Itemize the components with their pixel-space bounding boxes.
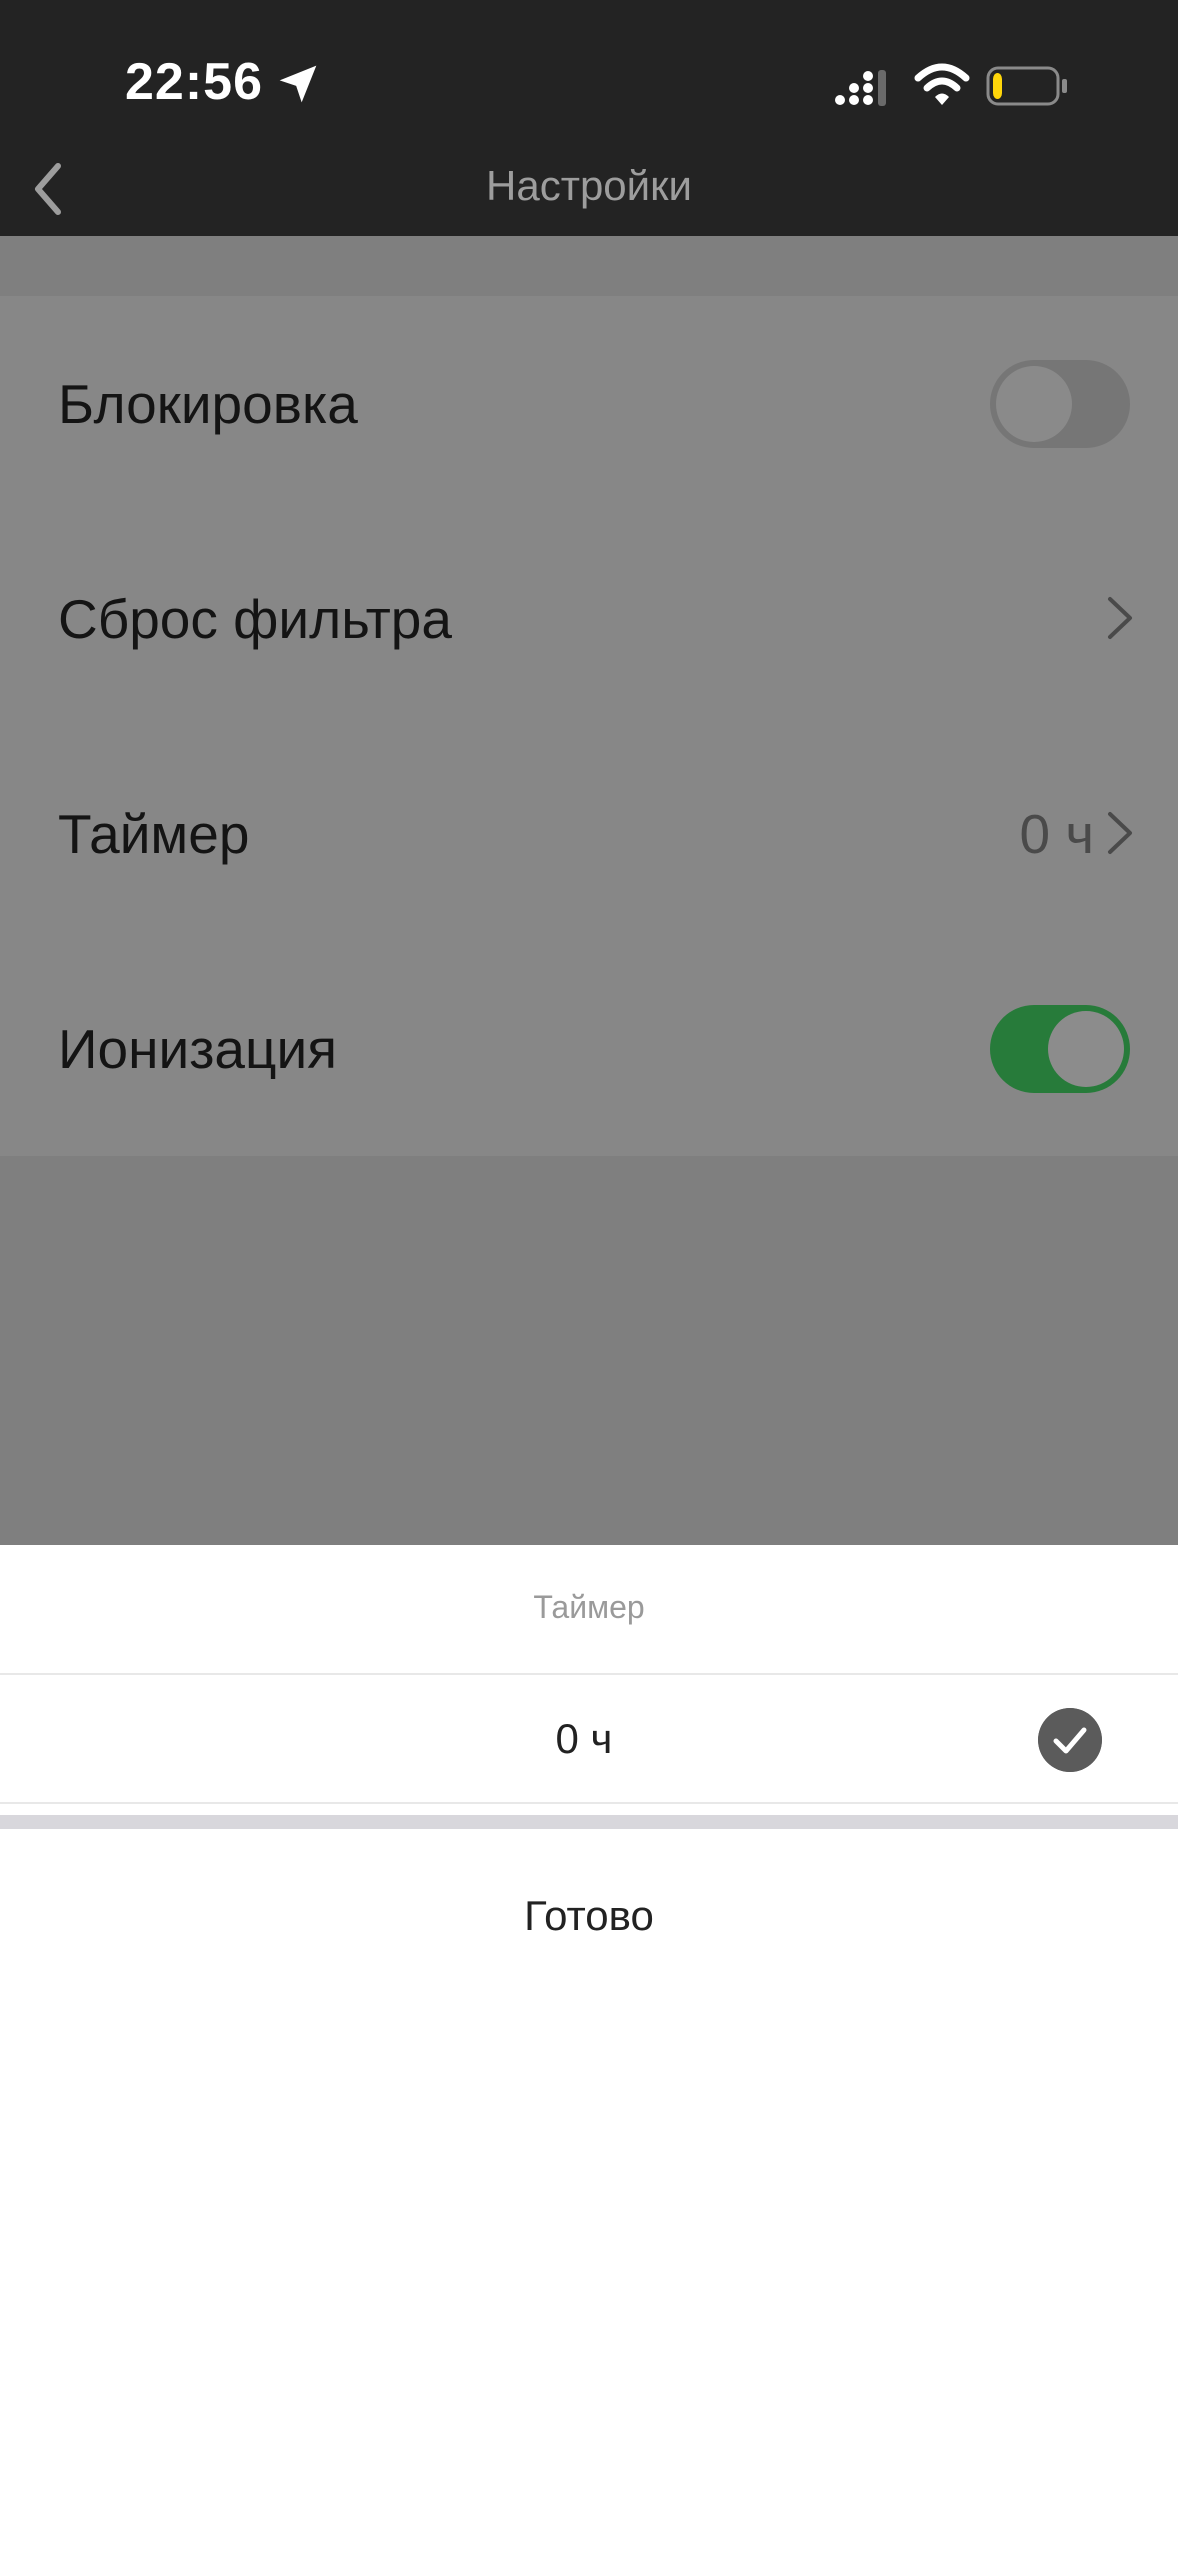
setting-row-timer[interactable]: Таймер 0 ч	[0, 726, 1178, 941]
done-label: Готово	[524, 1892, 654, 1939]
setting-label-timer: Таймер	[58, 803, 250, 865]
setting-row-lock[interactable]: Блокировка	[0, 296, 1178, 511]
ionization-toggle[interactable]	[990, 1005, 1130, 1093]
setting-label-filter-reset: Сброс фильтра	[58, 588, 452, 650]
checkmark-icon	[1038, 1708, 1102, 1772]
timer-option-0[interactable]: 0 ч	[0, 1673, 1178, 1802]
location-arrow-icon	[279, 65, 317, 103]
chevron-right-icon	[1108, 812, 1132, 854]
wifi-icon	[914, 63, 970, 105]
status-time: 22:56	[125, 53, 263, 111]
settings-list: Блокировка Сброс фильтра Таймер 0 ч Иони…	[0, 296, 1178, 1156]
setting-label-ionization: Ионизация	[58, 1018, 338, 1080]
page-title: Настройки	[486, 162, 692, 209]
option-label: 0 ч	[555, 1715, 613, 1762]
setting-row-ionization[interactable]: Ионизация	[0, 941, 1178, 1156]
toggle-knob	[996, 366, 1072, 442]
battery-level-fill	[993, 73, 1002, 99]
status-bar: 22:56	[0, 0, 1178, 140]
chevron-right-icon	[1108, 597, 1132, 639]
battery-icon	[986, 66, 1067, 106]
setting-row-filter-reset[interactable]: Сброс фильтра	[0, 511, 1178, 726]
done-button[interactable]: Готово	[0, 1829, 1178, 2560]
sheet-separator	[0, 1815, 1178, 1829]
sheet-title: Таймер	[533, 1589, 645, 1625]
timer-value: 0 ч	[1019, 803, 1094, 865]
lock-toggle[interactable]	[990, 360, 1130, 448]
setting-label-lock: Блокировка	[58, 373, 358, 435]
cellular-signal-icon	[835, 70, 886, 106]
toggle-knob	[1048, 1011, 1124, 1087]
navigation-bar: Настройки	[0, 140, 1178, 236]
